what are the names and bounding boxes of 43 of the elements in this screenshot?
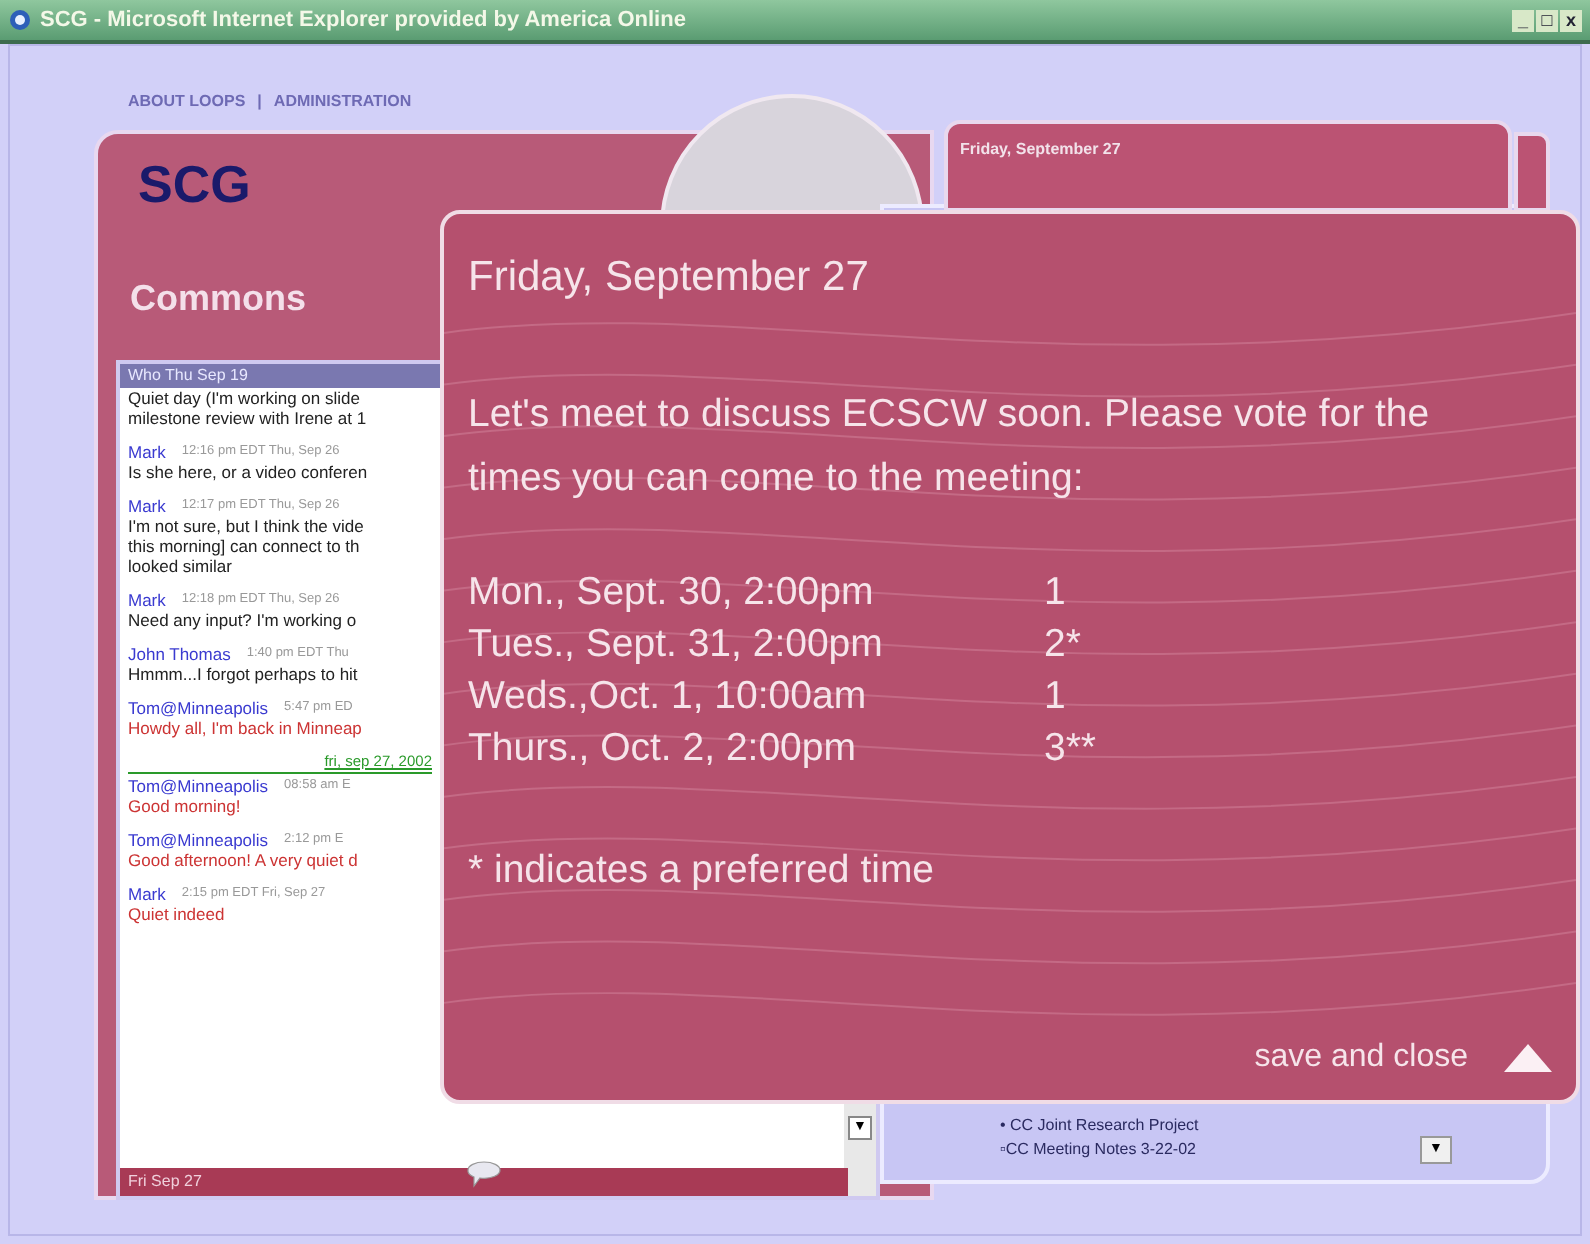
vote-count: 1 (1042, 674, 1068, 720)
save-and-close-button[interactable]: save and close (1254, 1040, 1468, 1076)
close-button[interactable]: x (1560, 9, 1582, 31)
popup-message: Let's meet to discuss ECSCW soon. Please vote for the times you can come to the meeting: (468, 390, 1432, 504)
maximize-button[interactable]: □ (1536, 9, 1558, 31)
message-text: Quiet day (I'm working on slide milestone review with Irene at 1 (128, 388, 369, 428)
meeting-time: Thurs., Oct. 2, 2:00pm (468, 726, 858, 772)
message-text: Quiet indeed (128, 904, 227, 924)
message-text: Hmmm...I forgot perhaps to hit (128, 664, 360, 684)
calendar-tab[interactable]: Friday, September 27 (944, 120, 1512, 212)
message-author: Mark (128, 442, 166, 462)
vote-count: 1 (1042, 570, 1068, 616)
message-text: Is she here, or a video conferen (128, 462, 370, 482)
collapse-icon[interactable] (1504, 1044, 1552, 1072)
message-author: Mark (128, 884, 166, 904)
vote-count: 2* (1042, 622, 1083, 668)
section-title: Commons (130, 278, 307, 320)
message-text: Good afternoon! A very quiet d (128, 850, 360, 870)
document-item[interactable]: ▫CC Meeting Notes 3-22-02 (1000, 1140, 1199, 1158)
meeting-time: Weds.,Oct. 1, 10:00am (468, 674, 869, 720)
site-logo: SCG (138, 154, 251, 216)
message-author: Mark (128, 496, 166, 516)
message-author: Tom@Minneapolis (128, 830, 269, 850)
message-text: Howdy all, I'm back in Minneap (128, 718, 364, 738)
message-author: John Thomas (128, 644, 231, 664)
message-author: Mark (128, 590, 166, 610)
message-author: Tom@Minneapolis (128, 776, 269, 796)
browser-icon (8, 8, 32, 32)
chat-footer: Fri Sep 27 (120, 1168, 848, 1196)
window-title: SCG - Microsoft Internet Explorer provided by America Online (40, 8, 688, 32)
speech-bubble-icon[interactable] (464, 1160, 504, 1188)
message-text: I'm not sure, but I think the vide this morning] can connect to th looked similar (128, 516, 366, 576)
popup-title: Friday, September 27 (468, 254, 871, 302)
document-item[interactable]: • CC Joint Research Project (1000, 1116, 1199, 1134)
meeting-time: Tues., Sept. 31, 2:00pm (468, 622, 885, 668)
vote-count: 3** (1042, 726, 1099, 772)
message-author: Tom@Minneapolis (128, 698, 269, 718)
meeting-time: Mon., Sept. 30, 2:00pm (468, 570, 876, 616)
nav-separator: | (257, 92, 262, 110)
minimize-button[interactable]: _ (1512, 9, 1534, 31)
footnote: * indicates a preferred time (468, 848, 937, 894)
message-text: Need any input? I'm working o (128, 610, 359, 630)
message-text: Good morning! (128, 796, 243, 816)
